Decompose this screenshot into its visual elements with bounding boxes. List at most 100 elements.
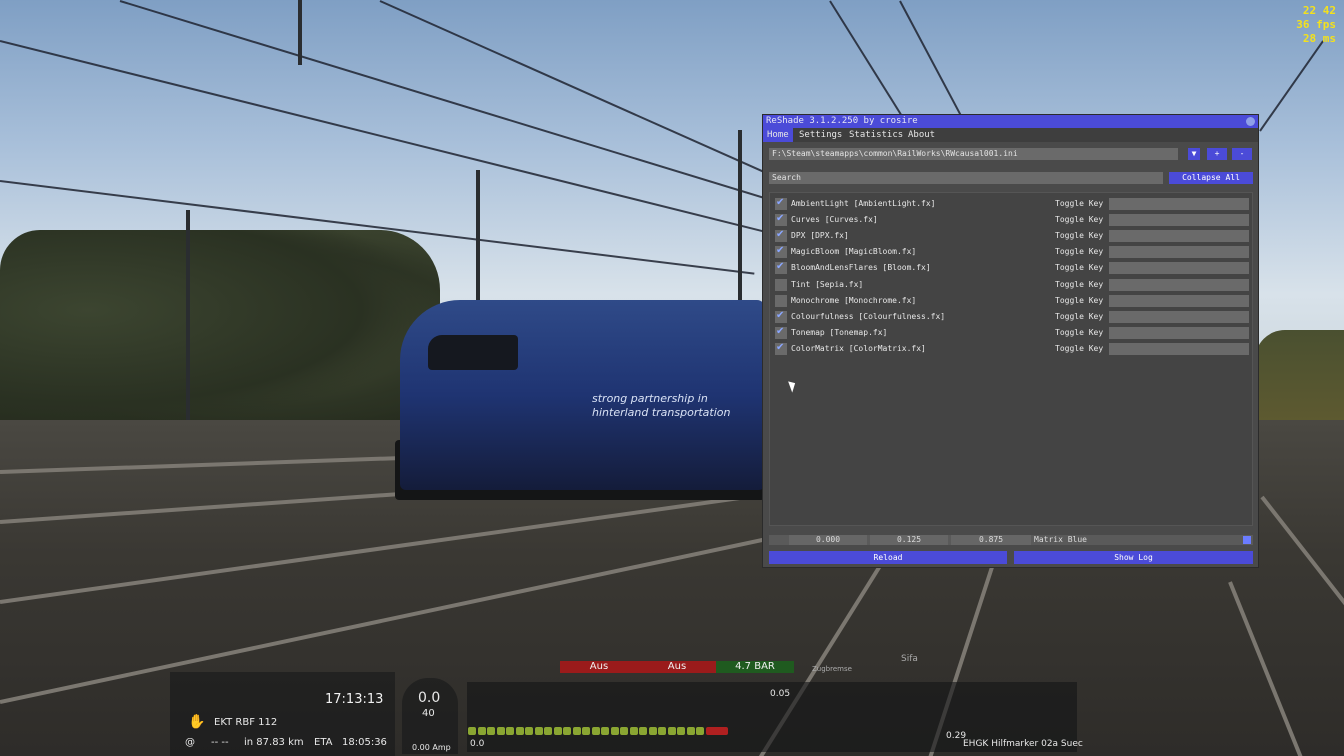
reshade-tabbar: Home Settings Statistics About	[763, 128, 1258, 142]
next-signal: EHGK Hilfmarker 02a Suec	[963, 739, 1083, 749]
chevron-down-icon[interactable]: ▼	[1188, 148, 1200, 160]
toggle-key-label: Toggle Key	[1055, 263, 1104, 273]
consist-car	[487, 727, 495, 735]
consist-car	[582, 727, 590, 735]
consist-car	[629, 727, 638, 735]
show-log-button[interactable]: Show Log	[1014, 551, 1253, 564]
effect-row[interactable]: Tint [Sepia.fx] Toggle Key	[770, 278, 1252, 292]
consist-car	[506, 727, 514, 735]
catenary-pole	[298, 0, 302, 65]
effect-label: ColorMatrix [ColorMatrix.fx]	[791, 343, 926, 353]
effect-row[interactable]: Monochrome [Monochrome.fx] Toggle Key	[770, 294, 1252, 308]
toggle-key-input[interactable]	[1109, 214, 1249, 227]
effect-row[interactable]: DPX [DPX.fx] Toggle Key	[770, 229, 1252, 243]
effect-label: MagicBloom [MagicBloom.fx]	[791, 247, 917, 257]
effect-label: BloomAndLensFlares [Bloom.fx]	[791, 263, 931, 273]
reload-button[interactable]: Reload	[769, 551, 1007, 564]
hud-at-symbol: @	[185, 737, 195, 748]
toggle-key-input[interactable]	[1109, 230, 1249, 243]
consist-car	[686, 727, 695, 735]
variable-editor-bar: 0.000 0.125 0.875 Matrix Blue	[769, 535, 1253, 545]
value-field[interactable]: 0.125	[870, 535, 948, 545]
reshade-titlebar[interactable]: ReShade 3.1.2.250 by crosire	[763, 115, 1258, 128]
add-preset-button[interactable]: +	[1207, 148, 1227, 160]
livery-line-2: hinterland transportation	[592, 406, 731, 419]
toggle-key-input[interactable]	[1109, 310, 1249, 323]
toggle-key-input[interactable]	[1109, 294, 1249, 307]
effect-checkbox[interactable]	[775, 229, 787, 243]
effect-checkbox[interactable]	[775, 245, 787, 259]
effect-checkbox[interactable]	[775, 342, 787, 355]
effect-row[interactable]: ColorMatrix [ColorMatrix.fx] Toggle Key	[770, 342, 1252, 356]
consist-car	[639, 727, 647, 735]
tab-about[interactable]: About	[904, 128, 939, 142]
effect-checkbox[interactable]	[775, 213, 787, 227]
locomotive-livery-text: strong partnership in hinterland transpo…	[592, 392, 731, 420]
remove-preset-button[interactable]: -	[1232, 148, 1252, 160]
consist-car	[572, 727, 581, 735]
consist-car	[696, 727, 704, 735]
effect-row[interactable]: Tonemap [Tonemap.fx] Toggle Key	[770, 326, 1252, 340]
effect-label: Curves [Curves.fx]	[791, 215, 878, 225]
preset-path-field[interactable]: F:\Steam\steamapps\common\RailWorks\RWca…	[769, 148, 1178, 160]
catenary-pole	[476, 170, 480, 320]
effect-label: Monochrome [Monochrome.fx]	[791, 295, 917, 305]
toggle-key-label: Toggle Key	[1055, 247, 1104, 257]
tab-statistics[interactable]: Statistics	[845, 128, 907, 142]
effect-row[interactable]: BloomAndLensFlares [Bloom.fx] Toggle Key	[770, 261, 1252, 275]
toggle-key-input[interactable]	[1109, 342, 1249, 355]
status-indicator: 4.7 BAR	[716, 661, 794, 673]
trees-left	[0, 230, 440, 430]
hud-speed-limit: 40	[422, 708, 435, 719]
hud-service: EKT RBF 112	[214, 717, 278, 728]
effect-row[interactable]: Colourfulness [Colourfulness.fx] Toggle K…	[770, 310, 1252, 324]
consist-car	[534, 727, 543, 735]
consist-car	[648, 727, 657, 735]
effect-checkbox[interactable]	[775, 197, 787, 210]
close-icon[interactable]	[1246, 117, 1255, 126]
toggle-key-input[interactable]	[1109, 262, 1249, 275]
consist-car	[544, 727, 552, 735]
consist-car	[601, 727, 609, 735]
consist-car	[705, 727, 728, 735]
hud-time: 17:13:13	[325, 692, 384, 707]
consist-car	[563, 727, 571, 735]
hud-sifa: Sifa	[901, 654, 918, 664]
effect-label: Tonemap [Tonemap.fx]	[791, 327, 888, 337]
effect-label: Colourfulness [Colourfulness.fx]	[791, 311, 946, 321]
consist-car	[591, 727, 600, 735]
effect-row[interactable]: AmbientLight [AmbientLight.fx] Toggle Key	[770, 197, 1252, 211]
overlay-fps: 36 fps	[1296, 18, 1336, 31]
color-swatch[interactable]	[1243, 536, 1251, 544]
effect-row[interactable]: Curves [Curves.fx] Toggle Key	[770, 213, 1252, 227]
livery-line-1: strong partnership in	[592, 392, 708, 405]
toggle-key-input[interactable]	[1109, 326, 1249, 339]
toggle-key-input[interactable]	[1109, 278, 1249, 291]
status-indicator: Aus	[638, 661, 716, 673]
reshade-window[interactable]: ReShade 3.1.2.250 by crosire Home Settin…	[762, 114, 1259, 568]
search-input[interactable]: Search	[769, 172, 1163, 184]
tab-home[interactable]: Home	[763, 128, 793, 142]
toggle-key-label: Toggle Key	[1055, 199, 1104, 208]
effect-label: Tint [Sepia.fx]	[791, 279, 864, 289]
consist-car	[620, 727, 628, 735]
effect-checkbox[interactable]	[775, 278, 787, 291]
catenary-pole	[186, 210, 190, 420]
status-indicator: Aus	[560, 661, 638, 673]
toggle-key-input[interactable]	[1109, 198, 1249, 210]
effect-checkbox[interactable]	[775, 310, 787, 323]
effect-checkbox[interactable]	[775, 294, 787, 307]
collapse-all-button[interactable]: Collapse All	[1169, 172, 1253, 184]
effect-row[interactable]: MagicBloom [MagicBloom.fx] Toggle Key	[770, 245, 1252, 259]
value-field[interactable]: 0.875	[951, 535, 1031, 545]
toggle-key-label: Toggle Key	[1055, 295, 1104, 305]
locomotive-windscreen	[428, 335, 518, 370]
value-field[interactable]: 0.000	[789, 535, 867, 545]
consist-car	[677, 727, 685, 735]
consist-car	[667, 727, 676, 735]
effect-checkbox[interactable]	[775, 326, 787, 339]
toggle-key-label: Toggle Key	[1055, 343, 1104, 353]
toggle-key-input[interactable]	[1109, 246, 1249, 259]
effect-checkbox[interactable]	[775, 261, 787, 275]
tab-settings[interactable]: Settings	[795, 128, 846, 142]
